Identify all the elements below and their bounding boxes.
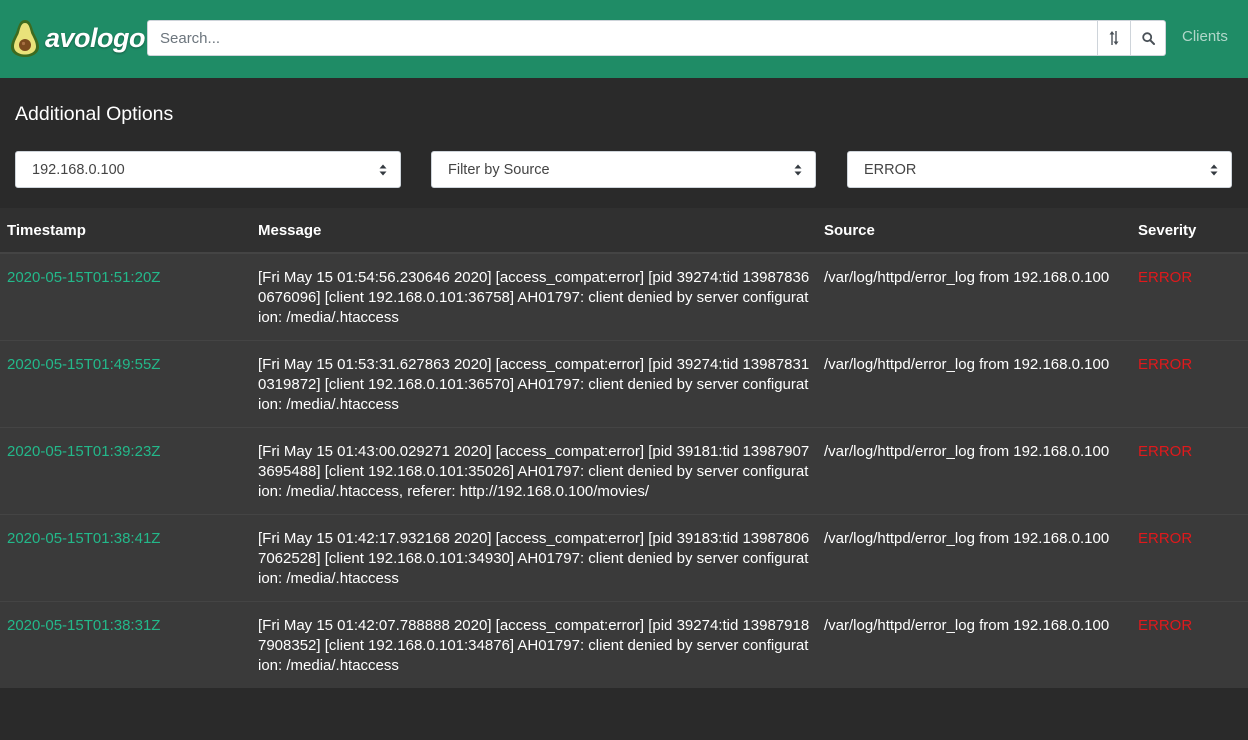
host-filter-select[interactable]: 192.168.0.100 [15, 151, 401, 188]
column-header-message[interactable]: Message [251, 208, 817, 254]
message-cell: [Fri May 15 01:42:07.788888 2020] [acces… [251, 601, 817, 688]
avocado-icon [11, 20, 39, 57]
severity-cell: ERROR [1131, 340, 1248, 428]
message-cell: [Fri May 15 01:54:56.230646 2020] [acces… [251, 252, 817, 341]
timestamp-link[interactable]: 2020-05-15T01:49:55Z [7, 356, 160, 373]
column-header-severity[interactable]: Severity [1131, 208, 1248, 254]
select-arrows-icon [379, 164, 387, 176]
timestamp-link[interactable]: 2020-05-15T01:38:31Z [7, 617, 160, 634]
source-cell: /var/log/httpd/error_log from 192.168.0.… [817, 427, 1131, 515]
severity-filter-value: ERROR [864, 161, 917, 178]
column-header-source[interactable]: Source [817, 208, 1131, 254]
severity-cell: ERROR [1131, 601, 1248, 688]
timestamp-cell: 2020-05-15T01:39:23Z [0, 427, 251, 515]
severity-cell: ERROR [1131, 252, 1248, 341]
message-cell: [Fri May 15 01:42:17.932168 2020] [acces… [251, 514, 817, 602]
source-cell: /var/log/httpd/error_log from 192.168.0.… [817, 340, 1131, 428]
table-row: 2020-05-15T01:49:55Z [Fri May 15 01:53:3… [0, 340, 1248, 428]
sort-button[interactable] [1097, 20, 1131, 56]
timestamp-cell: 2020-05-15T01:49:55Z [0, 340, 251, 428]
source-cell: /var/log/httpd/error_log from 192.168.0.… [817, 601, 1131, 688]
brand-name: avologo [45, 22, 146, 53]
search-button[interactable] [1131, 20, 1166, 56]
search-input[interactable] [147, 20, 1097, 56]
severity-filter-select[interactable]: ERROR [847, 151, 1232, 188]
search-bar [147, 20, 1166, 56]
timestamp-cell: 2020-05-15T01:38:41Z [0, 514, 251, 602]
table-row: 2020-05-15T01:38:41Z [Fri May 15 01:42:1… [0, 514, 1248, 602]
source-cell: /var/log/httpd/error_log from 192.168.0.… [817, 514, 1131, 602]
table-row: 2020-05-15T01:38:31Z [Fri May 15 01:42:0… [0, 601, 1248, 688]
column-header-timestamp[interactable]: Timestamp [0, 208, 251, 254]
magnifier-icon [1141, 31, 1155, 45]
timestamp-link[interactable]: 2020-05-15T01:39:23Z [7, 443, 160, 460]
nav-link-clients[interactable]: Clients [1182, 28, 1228, 46]
severity-cell: ERROR [1131, 427, 1248, 515]
timestamp-cell: 2020-05-15T01:51:20Z [0, 252, 251, 341]
source-filter-select[interactable]: Filter by Source [431, 151, 816, 188]
sort-arrows-icon [1109, 31, 1119, 45]
timestamp-link[interactable]: 2020-05-15T01:38:41Z [7, 530, 160, 547]
log-table: Timestamp Message Source Severity 2020-0… [0, 208, 1248, 688]
table-row: 2020-05-15T01:39:23Z [Fri May 15 01:43:0… [0, 427, 1248, 515]
navbar: avologo Clients [0, 0, 1248, 78]
source-filter-value: Filter by Source [448, 161, 550, 178]
timestamp-cell: 2020-05-15T01:38:31Z [0, 601, 251, 688]
host-filter-value: 192.168.0.100 [32, 161, 125, 178]
timestamp-link[interactable]: 2020-05-15T01:51:20Z [7, 269, 160, 286]
select-arrows-icon [794, 164, 802, 176]
select-arrows-icon [1210, 164, 1218, 176]
message-cell: [Fri May 15 01:53:31.627863 2020] [acces… [251, 340, 817, 428]
table-row: 2020-05-15T01:51:20Z [Fri May 15 01:54:5… [0, 252, 1248, 341]
severity-cell: ERROR [1131, 514, 1248, 602]
message-cell: [Fri May 15 01:43:00.029271 2020] [acces… [251, 427, 817, 515]
brand-logo[interactable]: avologo [10, 18, 146, 58]
table-header-row: Timestamp Message Source Severity [0, 208, 1248, 254]
options-title: Additional Options [15, 103, 174, 125]
source-cell: /var/log/httpd/error_log from 192.168.0.… [817, 252, 1131, 341]
